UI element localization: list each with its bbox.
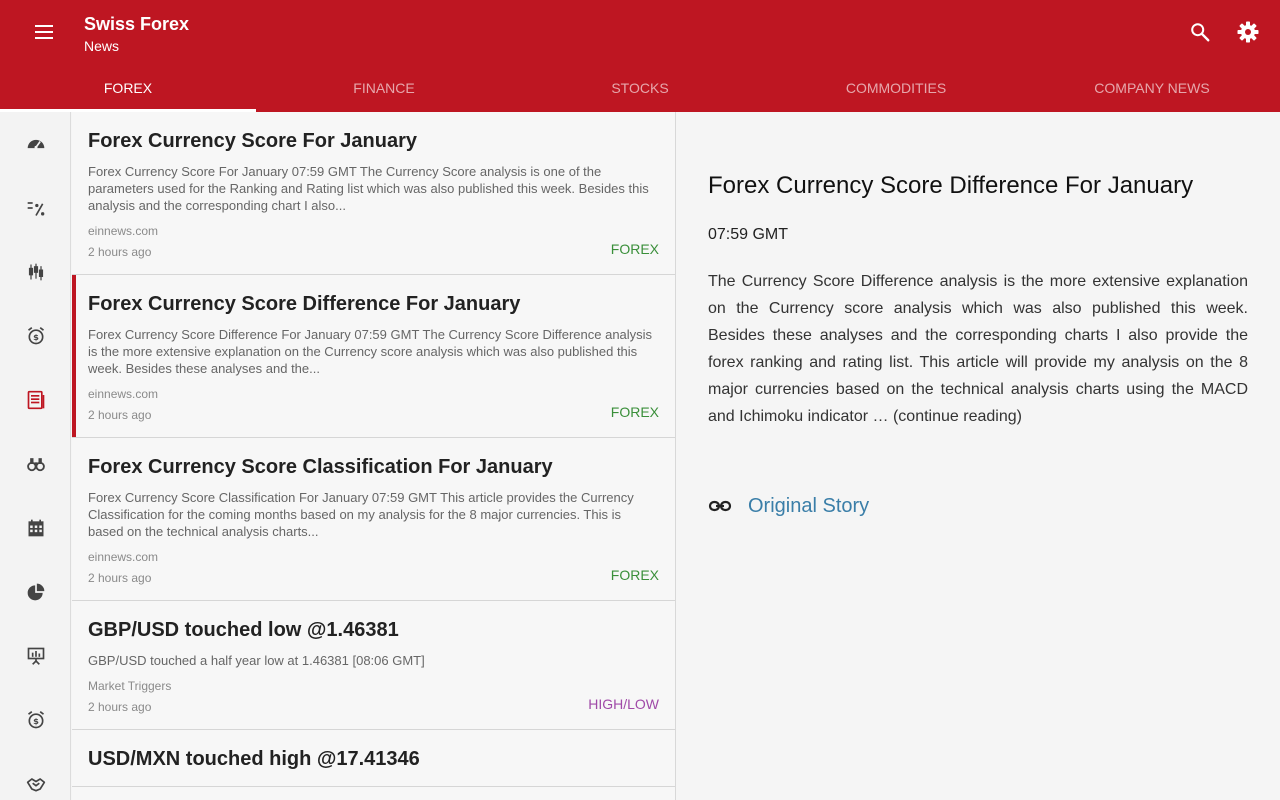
article-source: einnews.com — [88, 224, 159, 238]
tab-stocks[interactable]: STOCKS — [512, 64, 768, 112]
article-card[interactable]: USD/MXN touched high @17.41346 — [72, 730, 675, 787]
detail-title: Forex Currency Score Difference For Janu… — [708, 172, 1194, 199]
original-story-link[interactable]: Original Story — [708, 494, 1248, 518]
alarm-dollar-icon: $ — [28, 327, 44, 345]
article-time: 2 hours ago — [88, 700, 152, 714]
rail-item-news[interactable] — [12, 376, 60, 424]
news-icon — [27, 390, 45, 410]
alarm-dollar-icon: $ — [28, 711, 44, 729]
rail-item-presentation[interactable] — [12, 632, 60, 680]
menu-icon — [35, 25, 53, 39]
app-subtitle: News — [84, 38, 120, 54]
tab-forex[interactable]: FOREX — [0, 64, 256, 112]
article-list: Forex Currency Score For January Forex C… — [72, 112, 676, 800]
link-icon — [708, 500, 732, 512]
rail-item-calendar[interactable] — [12, 504, 60, 552]
speedometer-icon — [27, 139, 45, 149]
candlestick-icon — [28, 263, 44, 281]
svg-text:$: $ — [33, 716, 39, 726]
article-card[interactable]: Forex Currency Score For January Forex C… — [72, 112, 675, 275]
article-title: USD/MXN touched high @17.41346 — [88, 748, 420, 770]
article-snippet: Forex Currency Score For January 07:59 G… — [88, 164, 649, 213]
article-time: 2 hours ago — [88, 408, 152, 422]
article-snippet: GBP/USD touched a half year low at 1.463… — [88, 653, 425, 668]
article-snippet: Forex Currency Score Difference For Janu… — [88, 327, 653, 376]
article-snippet: Forex Currency Score Classification For … — [88, 490, 634, 539]
article-source: einnews.com — [88, 387, 159, 401]
binoculars-icon — [27, 458, 45, 472]
rail-item-deals[interactable] — [12, 760, 60, 800]
article-time: 2 hours ago — [88, 245, 152, 259]
rail-item-charts[interactable] — [12, 248, 60, 296]
app-bar: Swiss Forex News FOREX FINANCE STOCKS CO… — [0, 0, 1280, 112]
handshake-icon — [26, 778, 46, 792]
article-card[interactable]: Forex Currency Score Classification For … — [72, 438, 675, 601]
tab-finance[interactable]: FINANCE — [256, 64, 512, 112]
pie-chart-icon — [27, 583, 45, 601]
article-card-selected[interactable]: Forex Currency Score Difference For Janu… — [72, 275, 675, 438]
rail-item-alerts-2[interactable]: $ — [12, 696, 60, 744]
article-title: Forex Currency Score For January — [88, 130, 418, 152]
article-category: FOREX — [610, 567, 659, 583]
article-title: Forex Currency Score Difference For Janu… — [88, 293, 521, 315]
category-tabs: FOREX FINANCE STOCKS COMMODITIES COMPANY… — [0, 64, 1280, 112]
article-title: Forex Currency Score Classification For … — [88, 456, 553, 478]
detail-body: The Currency Score Difference analysis i… — [708, 273, 1248, 425]
article-detail: Forex Currency Score Difference For Janu… — [676, 112, 1280, 800]
tab-commodities[interactable]: COMMODITIES — [768, 64, 1024, 112]
article-category: FOREX — [610, 404, 659, 420]
rail-item-rates[interactable] — [12, 184, 60, 232]
rail-item-dashboard[interactable] — [12, 120, 60, 168]
rail-item-watch[interactable] — [12, 440, 60, 488]
article-card[interactable]: GBP/USD touched low @1.46381 GBP/USD tou… — [72, 601, 675, 730]
percent-icon — [27, 202, 45, 216]
article-title: GBP/USD touched low @1.46381 — [88, 619, 399, 641]
calendar-icon — [28, 519, 44, 537]
article-source: Market Triggers — [88, 679, 172, 693]
app-title: Swiss Forex — [84, 14, 190, 34]
presentation-icon — [27, 647, 45, 665]
article-source: einnews.com — [88, 550, 159, 564]
original-story-label: Original Story — [748, 494, 870, 517]
rail-item-alerts[interactable]: $ — [12, 312, 60, 360]
gear-icon — [1237, 21, 1259, 43]
menu-button[interactable] — [20, 8, 68, 56]
search-button[interactable] — [1176, 8, 1224, 56]
article-category: FOREX — [610, 241, 659, 257]
article-category: HIGH/LOW — [588, 696, 659, 712]
settings-button[interactable] — [1224, 8, 1272, 56]
article-time: 2 hours ago — [88, 571, 152, 585]
svg-text:$: $ — [33, 332, 39, 342]
rail-item-analytics[interactable] — [12, 568, 60, 616]
nav-rail: $ $ — [0, 112, 71, 800]
tab-company-news[interactable]: COMPANY NEWS — [1024, 64, 1280, 112]
search-icon — [1191, 23, 1210, 42]
detail-time: 07:59 GMT — [708, 226, 789, 243]
